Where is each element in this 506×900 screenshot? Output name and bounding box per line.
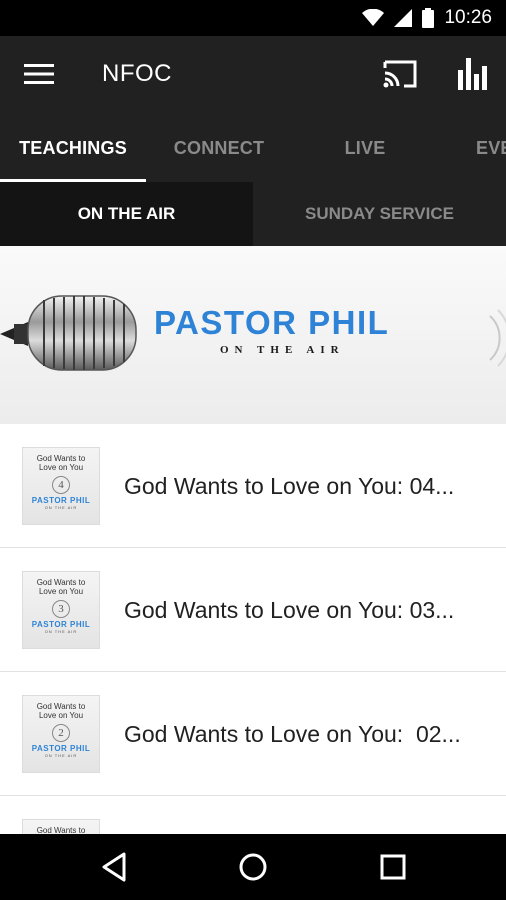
- cast-icon[interactable]: [382, 58, 418, 90]
- subtab-on-the-air[interactable]: ON THE AIR: [0, 182, 253, 246]
- tab-bar: TEACHINGS CONNECT LIVE EVE: [0, 114, 506, 182]
- list-item[interactable]: God Wants to Love on You 3 PASTOR PHIL O…: [0, 548, 506, 672]
- episode-title: [124, 796, 486, 834]
- tab-teachings[interactable]: TEACHINGS: [0, 114, 146, 182]
- status-bar: 10:26: [0, 0, 506, 36]
- signal-icon: [394, 9, 413, 27]
- battery-icon: [422, 8, 435, 28]
- bar-chart-icon[interactable]: [456, 56, 492, 92]
- wifi-icon: [362, 9, 385, 26]
- episode-title: God Wants to Love on You: 04...: [124, 472, 455, 499]
- subtab-bar: ON THE AIR SUNDAY SERVICE: [0, 182, 506, 246]
- tab-live[interactable]: LIVE: [292, 114, 438, 182]
- list-item[interactable]: God Wants to Love on You 4 PASTOR PHIL O…: [0, 424, 506, 548]
- microphone-icon: [0, 295, 137, 371]
- episode-thumbnail: God Wants to Love on You 2 PASTOR PHIL O…: [22, 695, 100, 773]
- back-icon[interactable]: [98, 850, 132, 884]
- episode-thumbnail: God Wants to: [22, 819, 100, 834]
- episode-title: God Wants to Love on You: 03...: [124, 596, 455, 623]
- list-item[interactable]: God Wants to Love on You 2 PASTOR PHIL O…: [0, 672, 506, 796]
- subtab-sunday-service[interactable]: SUNDAY SERVICE: [253, 182, 506, 246]
- tab-events[interactable]: EVE: [438, 114, 506, 182]
- home-icon[interactable]: [236, 850, 270, 884]
- episode-title: God Wants to Love on You: 02...: [124, 720, 461, 747]
- episode-list: God Wants to Love on You 4 PASTOR PHIL O…: [0, 424, 506, 834]
- menu-icon[interactable]: [24, 62, 56, 86]
- tab-connect[interactable]: CONNECT: [146, 114, 292, 182]
- recents-icon[interactable]: [376, 850, 410, 884]
- sound-wave-icon: [489, 309, 506, 367]
- status-time: 10:26: [444, 7, 492, 28]
- system-nav-bar: [0, 834, 506, 900]
- banner: PASTOR PHIL ON THE AIR: [0, 246, 506, 424]
- banner-title: PASTOR PHIL: [154, 304, 390, 341]
- banner-tagline: ON THE AIR: [220, 344, 345, 356]
- list-item[interactable]: God Wants to: [0, 796, 506, 834]
- app-title: NFOC: [102, 60, 172, 87]
- episode-thumbnail: God Wants to Love on You 4 PASTOR PHIL O…: [22, 447, 100, 525]
- app-bar: NFOC: [0, 36, 506, 114]
- episode-thumbnail: God Wants to Love on You 3 PASTOR PHIL O…: [22, 571, 100, 649]
